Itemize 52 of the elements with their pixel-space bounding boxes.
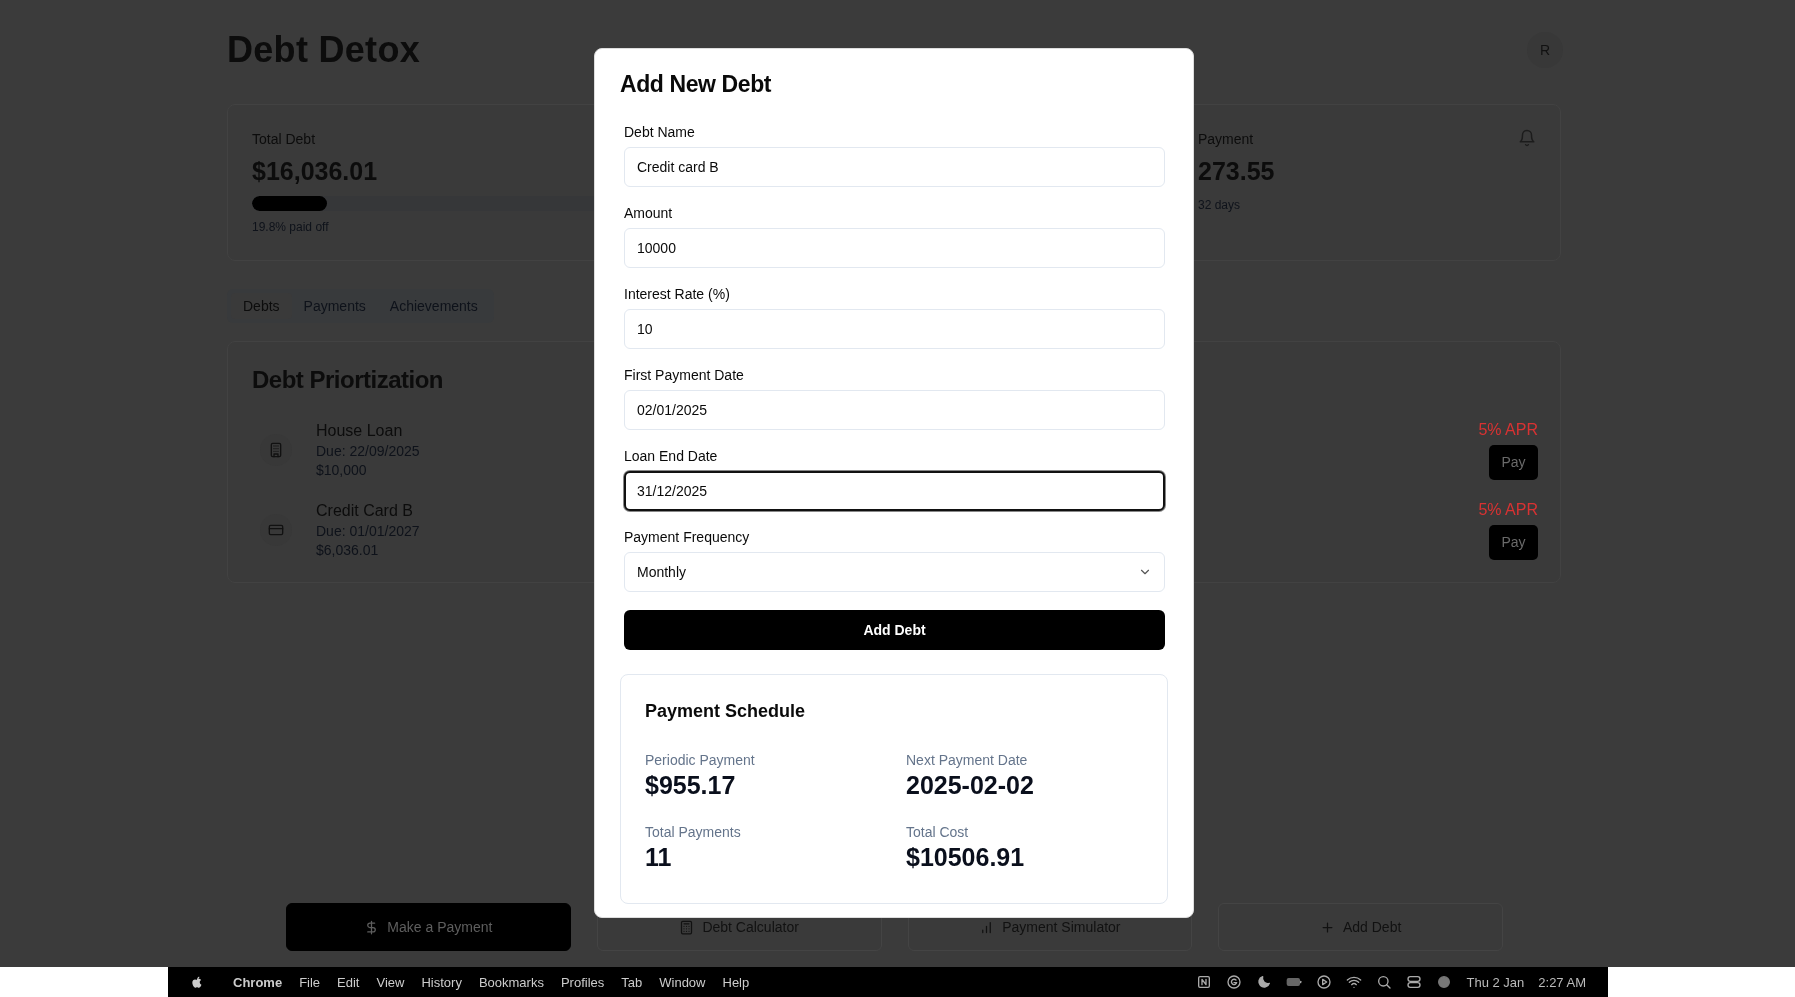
pay-button[interactable]: Pay bbox=[1489, 524, 1538, 560]
field-label: Loan End Date bbox=[624, 448, 719, 464]
play-circle-icon[interactable] bbox=[1316, 974, 1333, 990]
apr-label: 5% APR bbox=[1478, 500, 1538, 519]
stat-label: Next Payment Date bbox=[906, 752, 1029, 768]
stat-value: 2025-02-02 bbox=[906, 771, 1035, 800]
apr-label: 5% APR bbox=[1478, 420, 1538, 439]
search-icon[interactable] bbox=[1376, 974, 1393, 990]
menu-item[interactable]: Edit bbox=[337, 974, 360, 990]
plus-icon bbox=[1319, 919, 1335, 935]
schedule-title: Payment Schedule bbox=[645, 701, 807, 722]
stat-value: 11 bbox=[645, 843, 673, 872]
menu-item[interactable]: Bookmarks bbox=[478, 974, 544, 990]
field-label: First Payment Date bbox=[624, 367, 745, 383]
select-field[interactable]: Monthly bbox=[624, 552, 1165, 592]
letter-box-icon[interactable] bbox=[1196, 974, 1213, 990]
input-field[interactable]: 10 bbox=[624, 309, 1165, 349]
stat-label: Total Payments bbox=[645, 824, 742, 840]
menu-time[interactable]: 2:27 AM bbox=[1538, 974, 1586, 990]
field-label: Payment Frequency bbox=[624, 529, 751, 545]
add-debt-button[interactable]: Add Debt bbox=[624, 610, 1165, 650]
field-label: Interest Rate (%) bbox=[624, 286, 731, 302]
apple-icon[interactable] bbox=[190, 974, 204, 990]
pay-button[interactable]: Pay bbox=[1489, 444, 1538, 480]
input-field[interactable]: 10000 bbox=[624, 228, 1165, 268]
dialog-title: Add New Debt bbox=[620, 71, 773, 98]
calculator-icon bbox=[679, 919, 695, 935]
menu-item[interactable]: History bbox=[421, 974, 462, 990]
menu-date[interactable]: Thu 2 Jan bbox=[1466, 974, 1525, 990]
building-icon bbox=[268, 442, 284, 458]
stat-label: Total Cost bbox=[906, 824, 970, 840]
stat-label: Periodic Payment bbox=[645, 752, 756, 768]
wifi-icon[interactable] bbox=[1346, 974, 1363, 990]
menu-item[interactable]: View bbox=[376, 974, 405, 990]
menu-item[interactable]: File bbox=[299, 974, 321, 990]
menu-item[interactable]: Window bbox=[659, 974, 706, 990]
app-menu[interactable]: Chrome bbox=[233, 974, 283, 990]
toggles-icon[interactable] bbox=[1406, 974, 1423, 990]
input-field[interactable]: Credit card B bbox=[624, 147, 1165, 187]
input-field[interactable]: 31/12/2025 bbox=[624, 471, 1165, 511]
orb-icon[interactable] bbox=[1436, 974, 1453, 990]
input-field[interactable]: 02/01/2025 bbox=[624, 390, 1165, 430]
moon-icon[interactable] bbox=[1256, 974, 1273, 990]
stat-value: $955.17 bbox=[645, 771, 737, 800]
menu-item[interactable]: Profiles bbox=[560, 974, 605, 990]
menu-item[interactable]: Tab bbox=[621, 974, 643, 990]
menu-item[interactable]: Help bbox=[722, 974, 750, 990]
field-label: Debt Name bbox=[624, 124, 696, 140]
credit-card-icon bbox=[268, 522, 284, 538]
stat-value: $10506.91 bbox=[906, 843, 1026, 872]
circle-logo-icon[interactable] bbox=[1226, 974, 1243, 990]
field-label: Amount bbox=[624, 205, 674, 221]
